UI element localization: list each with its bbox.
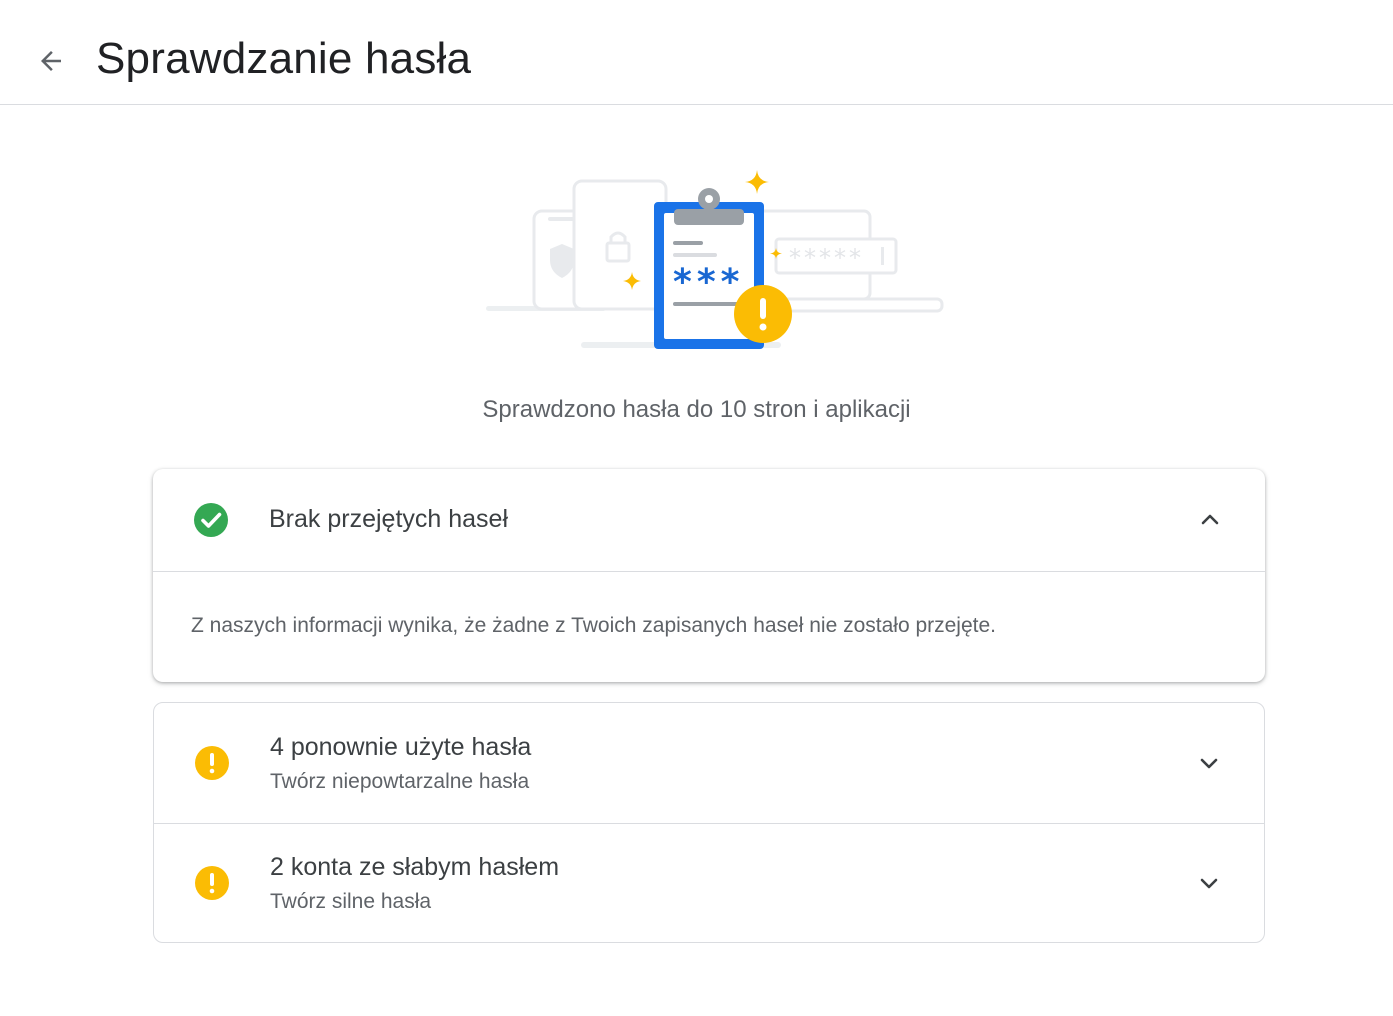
- page-title: Sprawdzanie hasła: [96, 34, 472, 83]
- back-button[interactable]: [26, 36, 76, 86]
- compromised-passwords-header[interactable]: Brak przejętych haseł: [153, 469, 1265, 571]
- weak-passwords-title: 2 konta ze słabym hasłem: [270, 853, 560, 881]
- divider: [153, 571, 1265, 572]
- warning-circle-icon: [195, 746, 229, 780]
- check-circle-icon: [194, 503, 228, 537]
- reused-passwords-title: 4 ponownie użyte hasła: [270, 733, 532, 761]
- chevron-up-icon[interactable]: [1195, 505, 1225, 535]
- password-checkup-illustration: ***** ***: [486, 165, 946, 355]
- password-issues-card: 4 ponownie użyte hasła Twórz niepowtarza…: [153, 702, 1265, 943]
- checkup-summary: Sprawdzono hasła do 10 stron i aplikacji: [482, 396, 911, 423]
- compromised-passwords-card: Brak przejętych haseł Z naszych informac…: [153, 469, 1265, 682]
- chevron-down-icon[interactable]: [1194, 748, 1224, 778]
- reused-passwords-row[interactable]: 4 ponownie użyte hasła Twórz niepowtarza…: [154, 703, 1264, 823]
- chevron-down-icon[interactable]: [1194, 868, 1224, 898]
- compromised-passwords-title: Brak przejętych haseł: [269, 505, 509, 533]
- weak-passwords-row[interactable]: 2 konta ze słabym hasłem Twórz silne has…: [154, 824, 1264, 942]
- illustration-clipboard-mask: ***: [673, 262, 744, 303]
- top-app-bar: Sprawdzanie hasła: [0, 0, 1393, 105]
- compromised-passwords-detail: Z naszych informacji wynika, że żadne z …: [191, 614, 997, 637]
- illustration-password-field: *****: [789, 244, 864, 272]
- warning-circle-icon: [195, 866, 229, 900]
- weak-passwords-subtitle: Twórz silne hasła: [270, 890, 432, 913]
- arrow-back-icon: [41, 51, 61, 71]
- reused-passwords-subtitle: Twórz niepowtarzalne hasła: [270, 770, 530, 793]
